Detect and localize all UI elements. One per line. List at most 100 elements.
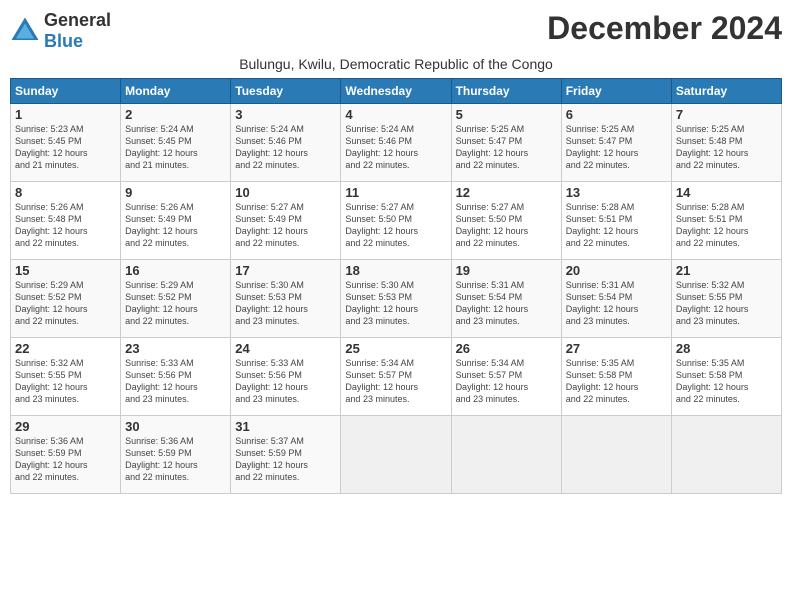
day-info: Sunrise: 5:27 AM Sunset: 5:49 PM Dayligh…	[235, 201, 336, 250]
day-number: 11	[345, 185, 446, 200]
day-number: 13	[566, 185, 667, 200]
day-info: Sunrise: 5:33 AM Sunset: 5:56 PM Dayligh…	[125, 357, 226, 406]
calendar-cell: 6Sunrise: 5:25 AM Sunset: 5:47 PM Daylig…	[561, 104, 671, 182]
day-info: Sunrise: 5:28 AM Sunset: 5:51 PM Dayligh…	[566, 201, 667, 250]
calendar-cell	[451, 416, 561, 494]
weekday-header-friday: Friday	[561, 79, 671, 104]
day-number: 19	[456, 263, 557, 278]
logo-general: General	[44, 10, 111, 30]
day-number: 3	[235, 107, 336, 122]
day-info: Sunrise: 5:24 AM Sunset: 5:45 PM Dayligh…	[125, 123, 226, 172]
day-number: 7	[676, 107, 777, 122]
calendar-cell: 1Sunrise: 5:23 AM Sunset: 5:45 PM Daylig…	[11, 104, 121, 182]
calendar-cell: 5Sunrise: 5:25 AM Sunset: 5:47 PM Daylig…	[451, 104, 561, 182]
calendar-cell	[341, 416, 451, 494]
calendar-cell: 28Sunrise: 5:35 AM Sunset: 5:58 PM Dayli…	[671, 338, 781, 416]
day-info: Sunrise: 5:34 AM Sunset: 5:57 PM Dayligh…	[345, 357, 446, 406]
day-info: Sunrise: 5:27 AM Sunset: 5:50 PM Dayligh…	[456, 201, 557, 250]
day-info: Sunrise: 5:25 AM Sunset: 5:47 PM Dayligh…	[456, 123, 557, 172]
day-info: Sunrise: 5:29 AM Sunset: 5:52 PM Dayligh…	[125, 279, 226, 328]
day-info: Sunrise: 5:25 AM Sunset: 5:48 PM Dayligh…	[676, 123, 777, 172]
day-info: Sunrise: 5:30 AM Sunset: 5:53 PM Dayligh…	[345, 279, 446, 328]
day-number: 8	[15, 185, 116, 200]
weekday-header-saturday: Saturday	[671, 79, 781, 104]
calendar-week-4: 22Sunrise: 5:32 AM Sunset: 5:55 PM Dayli…	[11, 338, 782, 416]
calendar-week-1: 1Sunrise: 5:23 AM Sunset: 5:45 PM Daylig…	[11, 104, 782, 182]
day-number: 1	[15, 107, 116, 122]
day-number: 31	[235, 419, 336, 434]
day-number: 9	[125, 185, 226, 200]
calendar-cell	[561, 416, 671, 494]
day-info: Sunrise: 5:34 AM Sunset: 5:57 PM Dayligh…	[456, 357, 557, 406]
day-number: 30	[125, 419, 226, 434]
calendar-cell: 24Sunrise: 5:33 AM Sunset: 5:56 PM Dayli…	[231, 338, 341, 416]
location: Bulungu, Kwilu, Democratic Republic of t…	[10, 56, 782, 72]
calendar-cell: 22Sunrise: 5:32 AM Sunset: 5:55 PM Dayli…	[11, 338, 121, 416]
weekday-header-tuesday: Tuesday	[231, 79, 341, 104]
day-number: 12	[456, 185, 557, 200]
day-number: 29	[15, 419, 116, 434]
day-info: Sunrise: 5:30 AM Sunset: 5:53 PM Dayligh…	[235, 279, 336, 328]
calendar-cell: 23Sunrise: 5:33 AM Sunset: 5:56 PM Dayli…	[121, 338, 231, 416]
weekday-header-monday: Monday	[121, 79, 231, 104]
calendar-cell: 14Sunrise: 5:28 AM Sunset: 5:51 PM Dayli…	[671, 182, 781, 260]
calendar-cell: 17Sunrise: 5:30 AM Sunset: 5:53 PM Dayli…	[231, 260, 341, 338]
calendar-cell: 27Sunrise: 5:35 AM Sunset: 5:58 PM Dayli…	[561, 338, 671, 416]
calendar-cell: 12Sunrise: 5:27 AM Sunset: 5:50 PM Dayli…	[451, 182, 561, 260]
day-number: 25	[345, 341, 446, 356]
calendar-cell: 25Sunrise: 5:34 AM Sunset: 5:57 PM Dayli…	[341, 338, 451, 416]
calendar-week-2: 8Sunrise: 5:26 AM Sunset: 5:48 PM Daylig…	[11, 182, 782, 260]
calendar-cell: 18Sunrise: 5:30 AM Sunset: 5:53 PM Dayli…	[341, 260, 451, 338]
weekday-header-thursday: Thursday	[451, 79, 561, 104]
weekday-header-sunday: Sunday	[11, 79, 121, 104]
title-area: December 2024	[547, 10, 782, 47]
day-number: 23	[125, 341, 226, 356]
day-info: Sunrise: 5:35 AM Sunset: 5:58 PM Dayligh…	[676, 357, 777, 406]
calendar-cell: 30Sunrise: 5:36 AM Sunset: 5:59 PM Dayli…	[121, 416, 231, 494]
day-info: Sunrise: 5:36 AM Sunset: 5:59 PM Dayligh…	[15, 435, 116, 484]
day-number: 21	[676, 263, 777, 278]
day-number: 15	[15, 263, 116, 278]
calendar-cell	[671, 416, 781, 494]
day-info: Sunrise: 5:35 AM Sunset: 5:58 PM Dayligh…	[566, 357, 667, 406]
day-number: 24	[235, 341, 336, 356]
calendar-cell: 10Sunrise: 5:27 AM Sunset: 5:49 PM Dayli…	[231, 182, 341, 260]
calendar-table: SundayMondayTuesdayWednesdayThursdayFrid…	[10, 78, 782, 494]
day-number: 26	[456, 341, 557, 356]
day-info: Sunrise: 5:29 AM Sunset: 5:52 PM Dayligh…	[15, 279, 116, 328]
day-number: 5	[456, 107, 557, 122]
day-info: Sunrise: 5:26 AM Sunset: 5:48 PM Dayligh…	[15, 201, 116, 250]
calendar-cell: 2Sunrise: 5:24 AM Sunset: 5:45 PM Daylig…	[121, 104, 231, 182]
day-number: 27	[566, 341, 667, 356]
day-info: Sunrise: 5:36 AM Sunset: 5:59 PM Dayligh…	[125, 435, 226, 484]
day-info: Sunrise: 5:24 AM Sunset: 5:46 PM Dayligh…	[345, 123, 446, 172]
day-number: 10	[235, 185, 336, 200]
calendar-cell: 29Sunrise: 5:36 AM Sunset: 5:59 PM Dayli…	[11, 416, 121, 494]
calendar-cell: 20Sunrise: 5:31 AM Sunset: 5:54 PM Dayli…	[561, 260, 671, 338]
day-number: 22	[15, 341, 116, 356]
calendar-cell: 8Sunrise: 5:26 AM Sunset: 5:48 PM Daylig…	[11, 182, 121, 260]
day-number: 16	[125, 263, 226, 278]
day-number: 28	[676, 341, 777, 356]
day-number: 2	[125, 107, 226, 122]
day-info: Sunrise: 5:26 AM Sunset: 5:49 PM Dayligh…	[125, 201, 226, 250]
day-info: Sunrise: 5:33 AM Sunset: 5:56 PM Dayligh…	[235, 357, 336, 406]
calendar-cell: 3Sunrise: 5:24 AM Sunset: 5:46 PM Daylig…	[231, 104, 341, 182]
day-info: Sunrise: 5:31 AM Sunset: 5:54 PM Dayligh…	[456, 279, 557, 328]
calendar-week-5: 29Sunrise: 5:36 AM Sunset: 5:59 PM Dayli…	[11, 416, 782, 494]
calendar-cell: 26Sunrise: 5:34 AM Sunset: 5:57 PM Dayli…	[451, 338, 561, 416]
day-number: 6	[566, 107, 667, 122]
logo: General Blue	[10, 10, 111, 52]
calendar-cell: 19Sunrise: 5:31 AM Sunset: 5:54 PM Dayli…	[451, 260, 561, 338]
day-number: 20	[566, 263, 667, 278]
day-info: Sunrise: 5:37 AM Sunset: 5:59 PM Dayligh…	[235, 435, 336, 484]
day-info: Sunrise: 5:28 AM Sunset: 5:51 PM Dayligh…	[676, 201, 777, 250]
day-info: Sunrise: 5:25 AM Sunset: 5:47 PM Dayligh…	[566, 123, 667, 172]
calendar-cell: 21Sunrise: 5:32 AM Sunset: 5:55 PM Dayli…	[671, 260, 781, 338]
day-info: Sunrise: 5:31 AM Sunset: 5:54 PM Dayligh…	[566, 279, 667, 328]
calendar-cell: 11Sunrise: 5:27 AM Sunset: 5:50 PM Dayli…	[341, 182, 451, 260]
day-info: Sunrise: 5:23 AM Sunset: 5:45 PM Dayligh…	[15, 123, 116, 172]
day-info: Sunrise: 5:24 AM Sunset: 5:46 PM Dayligh…	[235, 123, 336, 172]
day-number: 17	[235, 263, 336, 278]
day-info: Sunrise: 5:27 AM Sunset: 5:50 PM Dayligh…	[345, 201, 446, 250]
